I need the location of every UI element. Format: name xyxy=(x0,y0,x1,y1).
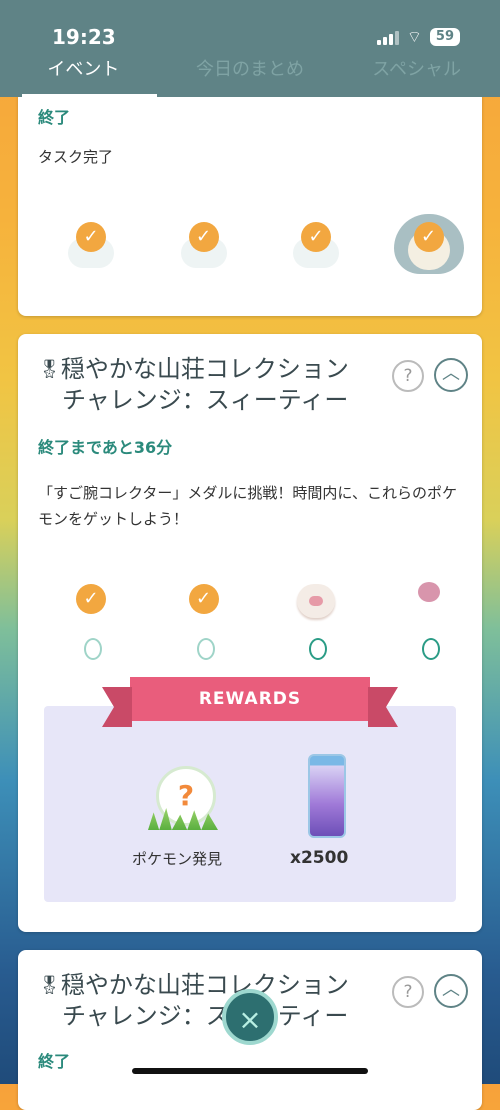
stardust-bottle-icon xyxy=(308,754,346,838)
pokemon-slot: ✓ xyxy=(48,208,145,288)
pokemon-slot: ✓ xyxy=(386,208,483,288)
check-icon: ✓ xyxy=(76,584,106,614)
collection-card-active: 🎖穏やかな山荘コレクション チャレンジ：スィーティー ? ︿ 終了まであと36分… xyxy=(18,334,482,932)
rewards-ribbon: REWARDS xyxy=(130,677,370,721)
card-status: 終了 xyxy=(38,1052,71,1071)
card-title: 🎖穏やかな山荘コレクション チャレンジ：スィーティー xyxy=(38,970,349,1031)
card-title: 🎖穏やかな山荘コレクション チャレンジ：スィーティー xyxy=(38,354,349,415)
reward-encounter-label: ポケモン発見 xyxy=(132,850,223,868)
spritzee-icon xyxy=(417,582,440,602)
tab-bar: イベント 今日のまとめ スペシャル xyxy=(0,56,500,97)
rewards-panel xyxy=(44,706,456,902)
card-status: 終了まであと36分 xyxy=(38,438,173,457)
battery-icon: 59 xyxy=(429,28,460,46)
home-indicator[interactable] xyxy=(132,1068,368,1074)
help-button[interactable]: ? xyxy=(392,976,424,1008)
medal-icon: 🎖 xyxy=(38,975,61,996)
reward-stardust-amount: x2500 xyxy=(290,848,349,868)
check-icon: ✓ xyxy=(188,584,219,614)
pokemon-row: ✓ ✓ ✓ ✓ xyxy=(18,208,482,288)
close-icon[interactable]: × xyxy=(222,989,278,1045)
help-button[interactable]: ? xyxy=(392,360,424,392)
wifi-icon: ⌔ xyxy=(406,27,422,46)
card-title-line2: チャレンジ：スィーティー xyxy=(62,1002,349,1030)
check-icon: ✓ xyxy=(413,222,444,252)
card-description: 「すご腕コレクター」メダルに挑戦！時間内に、これらのポケモンをゲットしよう！ xyxy=(38,484,457,528)
tab-event[interactable]: イベント xyxy=(0,56,167,97)
status-time: 19:23 xyxy=(52,25,116,49)
check-icon: ✓ xyxy=(76,222,106,252)
egg-outline-icon xyxy=(421,638,440,660)
egg-outline-icon xyxy=(309,638,327,660)
card-title-line1: 穏やかな山荘コレクション xyxy=(60,355,349,383)
signal-icon xyxy=(376,29,399,45)
pokemon-slot xyxy=(386,570,483,660)
medal-icon: 🎖 xyxy=(38,359,61,380)
pokemon-slot: ✓ xyxy=(161,570,258,660)
tab-today-summary[interactable]: 今日のまとめ xyxy=(167,56,334,97)
task-complete-label: タスク完了 xyxy=(38,148,114,166)
swirlix-icon xyxy=(297,584,335,618)
collapse-button[interactable]: ︿ xyxy=(434,974,468,1008)
pokemon-slot: ✓ xyxy=(48,570,145,660)
tab-special[interactable]: スペシャル xyxy=(333,56,500,97)
check-icon: ✓ xyxy=(188,222,219,252)
card-title-line2: チャレンジ：スィーティー xyxy=(62,386,349,414)
card-status: 終了 xyxy=(38,108,71,127)
egg-outline-icon xyxy=(196,638,215,660)
status-icons: ⌔ 59 xyxy=(376,27,460,47)
egg-outline-icon xyxy=(84,638,102,660)
check-icon: ✓ xyxy=(301,222,331,252)
top-bar: 19:23 ⌔ 59 イベント 今日のまとめ スペシャル xyxy=(0,0,500,97)
card-title-line1: 穏やかな山荘コレクション xyxy=(60,971,349,999)
collapse-button[interactable]: ︿ xyxy=(434,358,468,392)
collection-card-completed: 終了 タスク完了 ✓ ✓ ✓ ✓ xyxy=(18,90,482,316)
pokemon-slot: ✓ xyxy=(273,208,370,288)
pokemon-slot: ✓ xyxy=(161,208,258,288)
pokemon-row: ✓ ✓ xyxy=(18,570,483,660)
pokemon-slot xyxy=(273,570,370,660)
